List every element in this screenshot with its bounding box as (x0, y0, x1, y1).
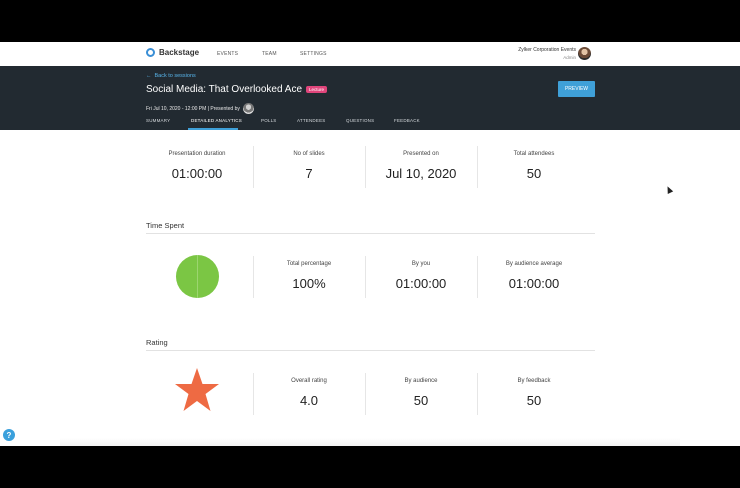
back-link[interactable]: ← Back to sessions (146, 73, 196, 79)
tab-attendees[interactable]: ATTENDEES (297, 118, 325, 123)
nav-settings[interactable]: SETTINGS (300, 51, 327, 57)
stat-by-feedback: By feedback 50 (479, 378, 589, 408)
app-window: Backstage EVENTS TEAM SETTINGS Zylker Co… (0, 42, 740, 446)
bottom-shadow (60, 438, 680, 446)
session-type-badge: Lecture (306, 86, 328, 93)
session-meta: Fri Jul 10, 2020 - 12:00 PM | Presented … (146, 103, 254, 114)
presenter-avatar[interactable] (242, 103, 254, 114)
active-tab-indicator (188, 128, 238, 130)
stat-label: Presentation duration (168, 151, 226, 157)
section-divider (146, 233, 595, 234)
tab-polls[interactable]: POLLS (261, 118, 277, 123)
stat-label: Presented on (403, 151, 439, 157)
org-role: Admin (563, 55, 576, 60)
tab-feedback[interactable]: FEEDBACK (394, 118, 420, 123)
divider (477, 373, 478, 415)
stat-label: By audience average (505, 261, 563, 267)
stat-overall-rating: Overall rating 4.0 (254, 378, 364, 408)
divider (477, 256, 478, 298)
stat-label: No of slides (293, 151, 325, 157)
top-navbar: Backstage EVENTS TEAM SETTINGS Zylker Co… (0, 42, 740, 66)
session-datetime: Fri Jul 10, 2020 - 12:00 PM | Presented … (146, 105, 240, 112)
nav-events[interactable]: EVENTS (217, 51, 238, 57)
help-icon[interactable]: ? (3, 429, 15, 441)
stat-label: Total attendees (513, 151, 555, 157)
org-info[interactable]: Zylker Corporation Events Admin (518, 47, 576, 60)
divider (477, 146, 478, 188)
mouse-cursor-icon (664, 185, 674, 194)
nav-team[interactable]: TEAM (262, 51, 277, 57)
stat-label: By audience (404, 378, 438, 384)
stat-value: 100% (292, 276, 326, 291)
stat-value: 01:00:00 (171, 166, 223, 181)
stat-value: 4.0 (299, 393, 319, 408)
rating-star-icon (175, 368, 219, 411)
back-label: Back to sessions (154, 73, 196, 79)
stat-by-you: By you 01:00:00 (366, 261, 476, 291)
stat-presentation-duration: Presentation duration 01:00:00 (142, 151, 252, 181)
session-title: Social Media: That Overlooked Ace (146, 84, 303, 95)
stat-by-audience: By audience 50 (366, 378, 476, 408)
org-name: Zylker Corporation Events (518, 47, 576, 53)
section-title-rating: Rating (146, 338, 168, 347)
star-shape (175, 368, 219, 411)
section-divider (146, 350, 595, 351)
stat-value: 50 (526, 166, 542, 181)
brand[interactable]: Backstage (146, 48, 199, 57)
stat-label: By you (411, 261, 431, 267)
section-title-time-spent: Time Spent (146, 221, 185, 230)
stat-presented-on: Presented on Jul 10, 2020 (366, 151, 476, 181)
avatar[interactable] (578, 47, 591, 60)
stat-label: Overall rating (291, 378, 327, 384)
tab-summary[interactable]: SUMMARY (146, 118, 170, 123)
title-row: Social Media: That Overlooked Ace Lectur… (146, 84, 328, 95)
stat-value: 01:00:00 (395, 276, 447, 291)
tab-questions[interactable]: QUESTIONS (346, 118, 374, 123)
stat-slides: No of slides 7 (254, 151, 364, 181)
session-header: ← Back to sessions Social Media: That Ov… (0, 66, 740, 130)
stat-total-percentage: Total percentage 100% (254, 261, 364, 291)
stat-value: Jul 10, 2020 (385, 166, 457, 181)
stat-label: By feedback (517, 378, 551, 384)
stat-value: 7 (305, 166, 313, 181)
time-spent-pie-chart (175, 254, 220, 299)
stat-value: 01:00:00 (508, 276, 560, 291)
tab-detailed-analytics[interactable]: DETAILED ANALYTICS (191, 118, 242, 123)
brand-name: Backstage (159, 48, 200, 57)
stat-total-attendees: Total attendees 50 (479, 151, 589, 181)
stat-value: 50 (526, 393, 542, 408)
stat-value: 50 (413, 393, 429, 408)
backstage-logo-icon (146, 48, 155, 57)
stat-label: Total percentage (286, 261, 332, 267)
arrow-left-icon: ← (146, 73, 152, 79)
stat-audience-average: By audience average 01:00:00 (479, 261, 589, 291)
preview-button[interactable]: PREVIEW (558, 81, 595, 97)
